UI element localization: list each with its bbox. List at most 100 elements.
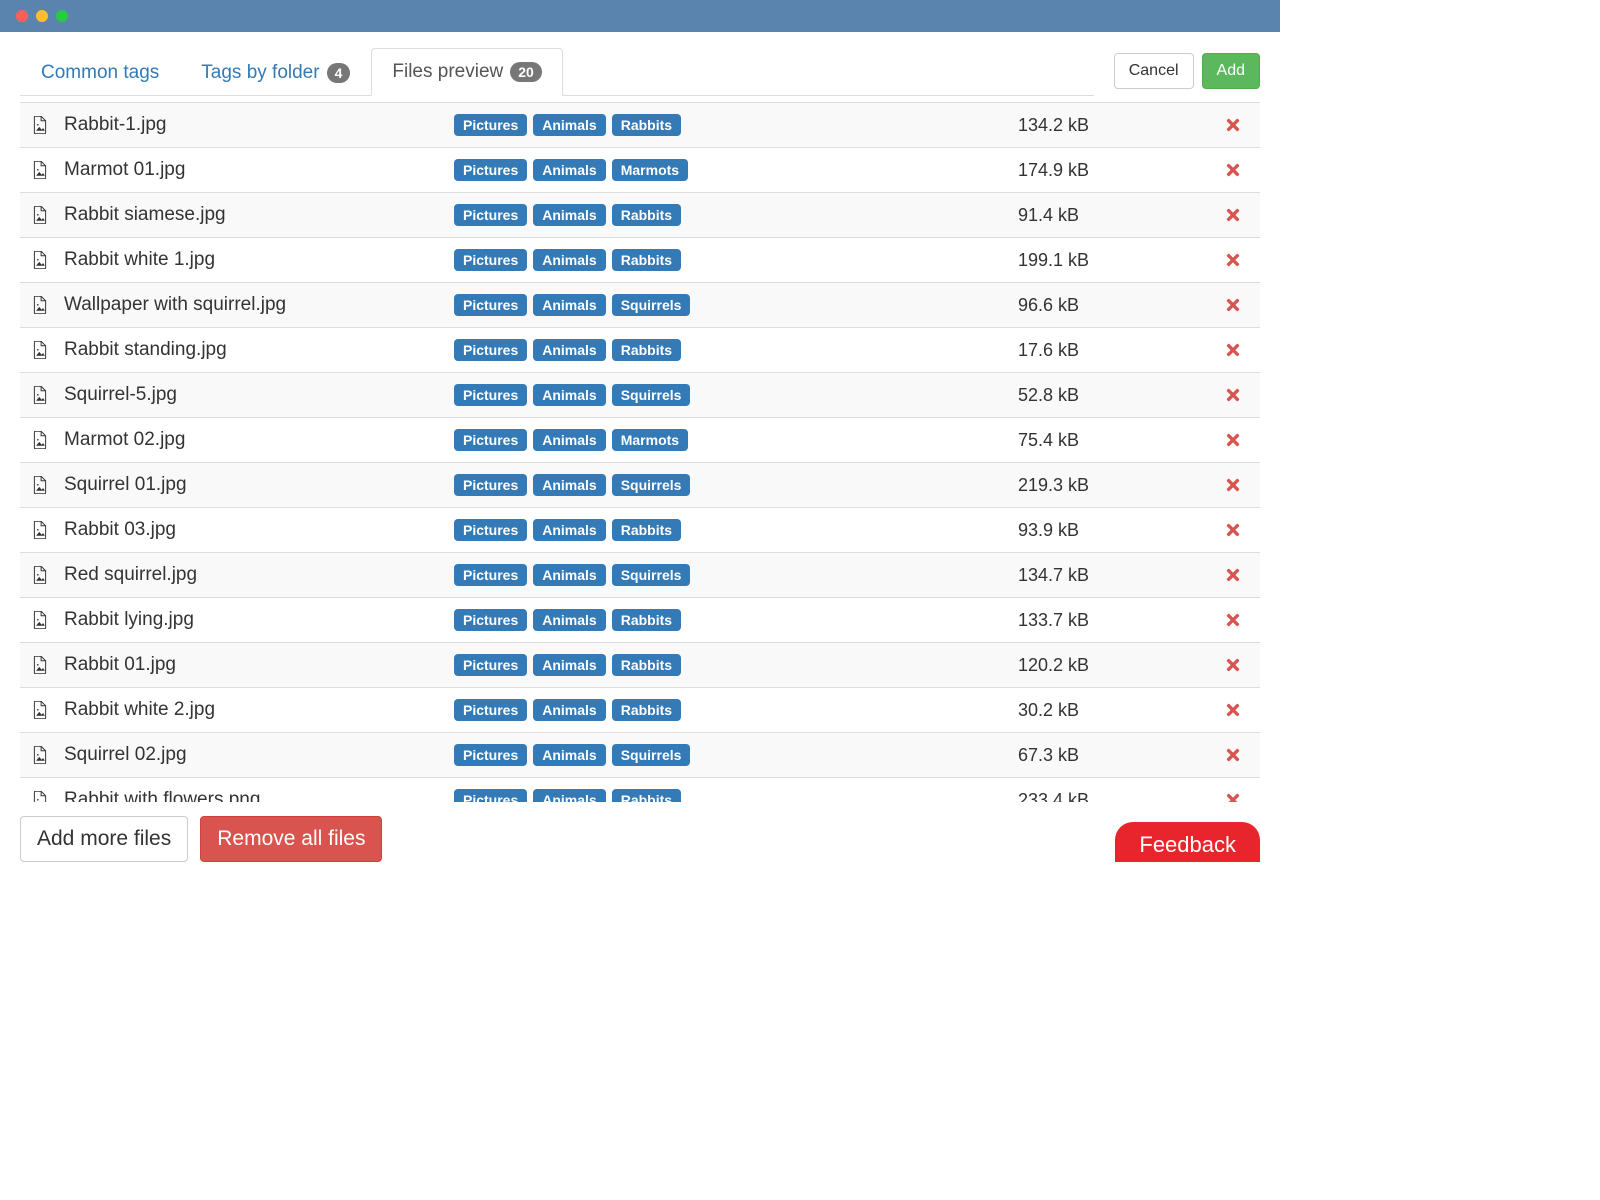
tag[interactable]: Rabbits: [612, 249, 681, 271]
file-tags: Pictures Animals Squirrels: [454, 564, 1018, 586]
tag[interactable]: Animals: [533, 519, 605, 541]
tag[interactable]: Pictures: [454, 609, 527, 631]
tag[interactable]: Animals: [533, 384, 605, 406]
remove-file-button[interactable]: [1218, 656, 1248, 674]
tag[interactable]: Pictures: [454, 114, 527, 136]
add-more-files-button[interactable]: Add more files: [20, 816, 188, 862]
remove-file-button[interactable]: [1218, 161, 1248, 179]
remove-file-button[interactable]: [1218, 476, 1248, 494]
file-row: Marmot 02.jpgPicturesAnimalsMarmots75.4 …: [20, 417, 1260, 462]
tag[interactable]: Rabbits: [612, 789, 681, 802]
tag[interactable]: Pictures: [454, 564, 527, 586]
remove-file-button[interactable]: [1218, 431, 1248, 449]
tag[interactable]: Rabbits: [612, 654, 681, 676]
tab-files-preview[interactable]: Files preview 20: [371, 48, 562, 96]
remove-file-button[interactable]: [1218, 116, 1248, 134]
file-size: 96.6 kB: [1018, 295, 1218, 316]
tag[interactable]: Animals: [533, 339, 605, 361]
close-icon: [1224, 251, 1242, 269]
tag[interactable]: Animals: [533, 564, 605, 586]
tag[interactable]: Pictures: [454, 789, 527, 802]
tag[interactable]: Pictures: [454, 294, 527, 316]
tag[interactable]: Squirrels: [612, 294, 691, 316]
tag[interactable]: Pictures: [454, 249, 527, 271]
tag[interactable]: Rabbits: [612, 699, 681, 721]
file-tags: Pictures Animals Rabbits: [454, 204, 1018, 226]
remove-file-button[interactable]: [1218, 521, 1248, 539]
file-tags: Pictures Animals Rabbits: [454, 249, 1018, 271]
close-icon: [1224, 521, 1242, 539]
tag[interactable]: Animals: [533, 114, 605, 136]
close-icon: [1224, 476, 1242, 494]
tag[interactable]: Pictures: [454, 744, 527, 766]
file-tags: Pictures Animals Rabbits: [454, 654, 1018, 676]
tag[interactable]: Animals: [533, 204, 605, 226]
tag[interactable]: Pictures: [454, 159, 527, 181]
remove-file-button[interactable]: [1218, 791, 1248, 802]
remove-file-button[interactable]: [1218, 296, 1248, 314]
close-window-button[interactable]: [16, 10, 28, 22]
file-list[interactable]: Rabbit-1.jpgPicturesAnimalsRabbits134.2 …: [20, 102, 1260, 802]
tab-label: Files preview: [392, 61, 503, 83]
tag[interactable]: Pictures: [454, 654, 527, 676]
tag[interactable]: Pictures: [454, 339, 527, 361]
tag[interactable]: Animals: [533, 429, 605, 451]
tag[interactable]: Animals: [533, 789, 605, 802]
remove-file-button[interactable]: [1218, 206, 1248, 224]
tag[interactable]: Animals: [533, 159, 605, 181]
file-size: 134.7 kB: [1018, 565, 1218, 586]
file-tags: Pictures Animals Squirrels: [454, 294, 1018, 316]
image-file-icon: [32, 431, 50, 449]
file-name: Rabbit with flowers.png: [64, 789, 454, 802]
cancel-button[interactable]: Cancel: [1114, 53, 1194, 89]
file-name: Rabbit lying.jpg: [64, 609, 454, 631]
tag[interactable]: Pictures: [454, 429, 527, 451]
tag[interactable]: Squirrels: [612, 564, 691, 586]
tab-badge: 4: [327, 63, 351, 83]
tag[interactable]: Animals: [533, 294, 605, 316]
tag[interactable]: Rabbits: [612, 609, 681, 631]
tag[interactable]: Animals: [533, 474, 605, 496]
tag[interactable]: Rabbits: [612, 519, 681, 541]
remove-file-button[interactable]: [1218, 611, 1248, 629]
remove-file-button[interactable]: [1218, 566, 1248, 584]
tag[interactable]: Animals: [533, 609, 605, 631]
tag[interactable]: Animals: [533, 744, 605, 766]
tag[interactable]: Animals: [533, 249, 605, 271]
tab-tags-by-folder[interactable]: Tags by folder 4: [180, 48, 371, 96]
image-file-icon: [32, 521, 50, 539]
file-tags: Pictures Animals Rabbits: [454, 609, 1018, 631]
tag[interactable]: Pictures: [454, 474, 527, 496]
tag[interactable]: Rabbits: [612, 204, 681, 226]
remove-file-button[interactable]: [1218, 386, 1248, 404]
file-name: Squirrel 01.jpg: [64, 474, 454, 496]
close-icon: [1224, 566, 1242, 584]
tag[interactable]: Animals: [533, 654, 605, 676]
close-icon: [1224, 206, 1242, 224]
tag[interactable]: Pictures: [454, 699, 527, 721]
tag[interactable]: Marmots: [612, 429, 688, 451]
tag[interactable]: Rabbits: [612, 339, 681, 361]
maximize-window-button[interactable]: [56, 10, 68, 22]
add-button[interactable]: Add: [1202, 53, 1260, 89]
tag[interactable]: Rabbits: [612, 114, 681, 136]
close-icon: [1224, 746, 1242, 764]
remove-all-files-button[interactable]: Remove all files: [200, 816, 382, 862]
tag[interactable]: Squirrels: [612, 384, 691, 406]
minimize-window-button[interactable]: [36, 10, 48, 22]
tag[interactable]: Squirrels: [612, 474, 691, 496]
remove-file-button[interactable]: [1218, 701, 1248, 719]
tab-common-tags[interactable]: Common tags: [20, 48, 180, 96]
file-name: Marmot 01.jpg: [64, 159, 454, 181]
file-name: Rabbit 01.jpg: [64, 654, 454, 676]
tag[interactable]: Animals: [533, 699, 605, 721]
tag[interactable]: Pictures: [454, 204, 527, 226]
tag[interactable]: Pictures: [454, 384, 527, 406]
tag[interactable]: Pictures: [454, 519, 527, 541]
remove-file-button[interactable]: [1218, 341, 1248, 359]
feedback-button[interactable]: Feedback: [1115, 822, 1260, 862]
tag[interactable]: Marmots: [612, 159, 688, 181]
remove-file-button[interactable]: [1218, 746, 1248, 764]
remove-file-button[interactable]: [1218, 251, 1248, 269]
tag[interactable]: Squirrels: [612, 744, 691, 766]
